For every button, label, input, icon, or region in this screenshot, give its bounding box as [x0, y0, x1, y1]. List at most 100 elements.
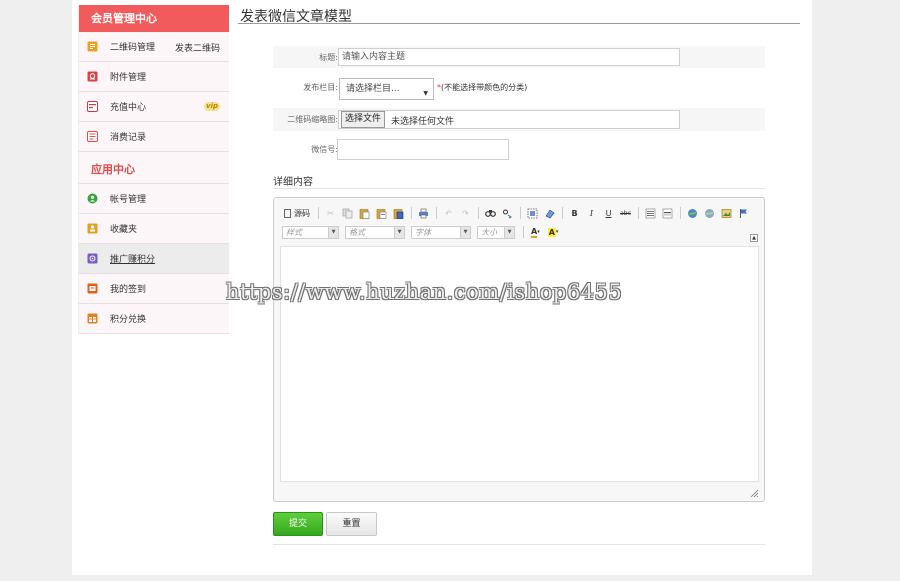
undo-icon[interactable]: ↶ [442, 207, 455, 220]
font-combo-label: 字体 [415, 227, 431, 237]
toolbar-separator [638, 207, 639, 219]
source-label: 源码 [294, 208, 310, 218]
format-combo-label: 格式 [349, 227, 365, 237]
category-label: 发布栏目: [303, 83, 338, 92]
image-icon[interactable] [720, 207, 733, 220]
copy-icon[interactable] [341, 207, 354, 220]
category-row: 发布栏目: 请选择栏目... ▼ *(不能选择带颜色的分类) [273, 77, 765, 101]
find-icon[interactable] [484, 207, 497, 220]
sidebar-item-label: 积分兑换 [110, 315, 147, 325]
sidebar-item-label: 帐号管理 [110, 195, 147, 205]
strikethrough-icon[interactable]: abc [619, 207, 632, 220]
toolbar-separator [520, 207, 521, 219]
sidebar-item-label: 消费记录 [110, 133, 147, 143]
title-label: 标题: [319, 53, 338, 62]
category-hint: *(不能选择带颜色的分类) [437, 82, 527, 93]
account-icon [87, 193, 98, 204]
qrcode-row: 二维码缩略图: 选择文件 未选择任何文件 [273, 108, 765, 131]
style-combo[interactable]: 样式 ▼ [282, 225, 339, 239]
wechat-label: 微信号: [311, 145, 338, 154]
category-select[interactable]: 请选择栏目... ▼ [339, 78, 434, 100]
link-icon[interactable] [686, 207, 699, 220]
sidebar-item-label: 推广赚积分 [110, 255, 156, 265]
collapse-toolbar-icon[interactable]: ▲ [750, 234, 758, 242]
rich-text-editor: 源码 ✂ ↶ ↷ B I U abc 样式 ▼ 格式 ▼ 字体 ▼ 大小 ▼ A… [273, 197, 765, 502]
qrcode-label: 二维码缩略图: [287, 115, 338, 124]
redo-icon[interactable]: ↷ [459, 207, 472, 220]
sidebar-item-recharge[interactable]: 充值中心 vip [79, 92, 229, 122]
size-combo[interactable]: 大小 ▼ [477, 225, 515, 239]
sidebar: 会员管理中心 二维码管理 发表二维码 附件管理 充值中心 vip 消费记录 应用… [78, 5, 229, 334]
source-button[interactable]: 源码 [282, 207, 312, 220]
editor-toolbar-row-1: 源码 ✂ ↶ ↷ B I U abc [282, 206, 754, 220]
paste-word-icon[interactable] [392, 207, 405, 220]
toolbar-separator [411, 207, 412, 219]
wechat-input[interactable] [337, 139, 509, 160]
section-divider [273, 188, 765, 189]
title-row: 标题: 请输入内容主题 [273, 46, 765, 68]
select-all-icon[interactable] [526, 207, 539, 220]
sidebar-header: 会员管理中心 [79, 5, 229, 32]
record-icon [87, 131, 98, 142]
style-combo-label: 样式 [286, 227, 302, 237]
wechat-row: 微信号: [273, 139, 765, 161]
signin-icon [87, 283, 98, 294]
recharge-icon [87, 101, 98, 112]
category-select-value: 请选择栏目... [346, 84, 400, 94]
favorites-icon [87, 223, 98, 234]
source-icon [284, 208, 291, 218]
editor-toolbar-row-2: 样式 ▼ 格式 ▼ 字体 ▼ 大小 ▼ A ▾ A ▾ [282, 225, 564, 239]
underline-icon[interactable]: U [602, 207, 615, 220]
sidebar-item-promote[interactable]: 推广赚积分 [79, 244, 229, 274]
exchange-icon [87, 313, 98, 324]
bottom-divider [273, 544, 765, 545]
cut-icon[interactable]: ✂ [324, 207, 337, 220]
promote-icon [87, 253, 98, 264]
toolbar-separator [562, 207, 563, 219]
sidebar-item-exchange[interactable]: 积分兑换 [79, 304, 229, 334]
text-color-icon[interactable]: A ▾ [529, 226, 542, 239]
file-upload-field [338, 110, 680, 129]
publish-qrcode-link[interactable]: 发表二维码 [175, 41, 220, 54]
flag-icon[interactable] [737, 207, 750, 220]
font-combo[interactable]: 字体 ▼ [411, 225, 471, 239]
toolbar-separator [478, 207, 479, 219]
app-center-header: 应用中心 [79, 152, 229, 184]
submit-button[interactable]: 提交 [273, 512, 323, 536]
sidebar-item-consumption[interactable]: 消费记录 [79, 122, 229, 152]
sidebar-item-label: 收藏夹 [110, 225, 138, 235]
sidebar-item-favorites[interactable]: 收藏夹 [79, 214, 229, 244]
paste-icon[interactable] [358, 207, 371, 220]
sidebar-item-account[interactable]: 帐号管理 [79, 184, 229, 214]
watermark: https://www.huzhan.com/ishop6455 [226, 280, 623, 304]
sidebar-item-attachments[interactable]: 附件管理 [79, 62, 229, 92]
vip-badge: vip [204, 102, 220, 111]
sidebar-item-label: 充值中心 [110, 103, 147, 113]
italic-icon[interactable]: I [585, 207, 598, 220]
title-input[interactable]: 请输入内容主题 [338, 48, 680, 66]
numbered-list-icon[interactable] [644, 207, 657, 220]
remove-format-icon[interactable] [543, 207, 556, 220]
chevron-down-icon: ▼ [394, 226, 404, 238]
sidebar-item-qrcode[interactable]: 二维码管理 发表二维码 [79, 32, 229, 62]
chevron-down-icon: ▼ [460, 226, 470, 238]
sidebar-item-label: 二维码管理 [110, 43, 156, 53]
paste-text-icon[interactable] [375, 207, 388, 220]
bulleted-list-icon[interactable] [661, 207, 674, 220]
toolbar-separator [318, 207, 319, 219]
choose-file-button[interactable]: 选择文件 [341, 111, 386, 128]
format-combo[interactable]: 格式 ▼ [345, 225, 405, 239]
sidebar-item-signin[interactable]: 我的签到 [79, 274, 229, 304]
toolbar-separator [523, 226, 524, 238]
chevron-down-icon: ▼ [328, 226, 338, 238]
print-icon[interactable] [417, 207, 430, 220]
title-divider [238, 23, 800, 24]
reset-button[interactable]: 重置 [326, 512, 377, 536]
unlink-icon[interactable] [703, 207, 716, 220]
background-color-icon[interactable]: A ▾ [546, 226, 561, 239]
resize-handle-icon[interactable] [750, 489, 758, 497]
size-combo-label: 大小 [481, 227, 497, 237]
detail-label: 详细内容 [273, 177, 313, 188]
bold-icon[interactable]: B [568, 207, 581, 220]
replace-icon[interactable] [501, 207, 514, 220]
